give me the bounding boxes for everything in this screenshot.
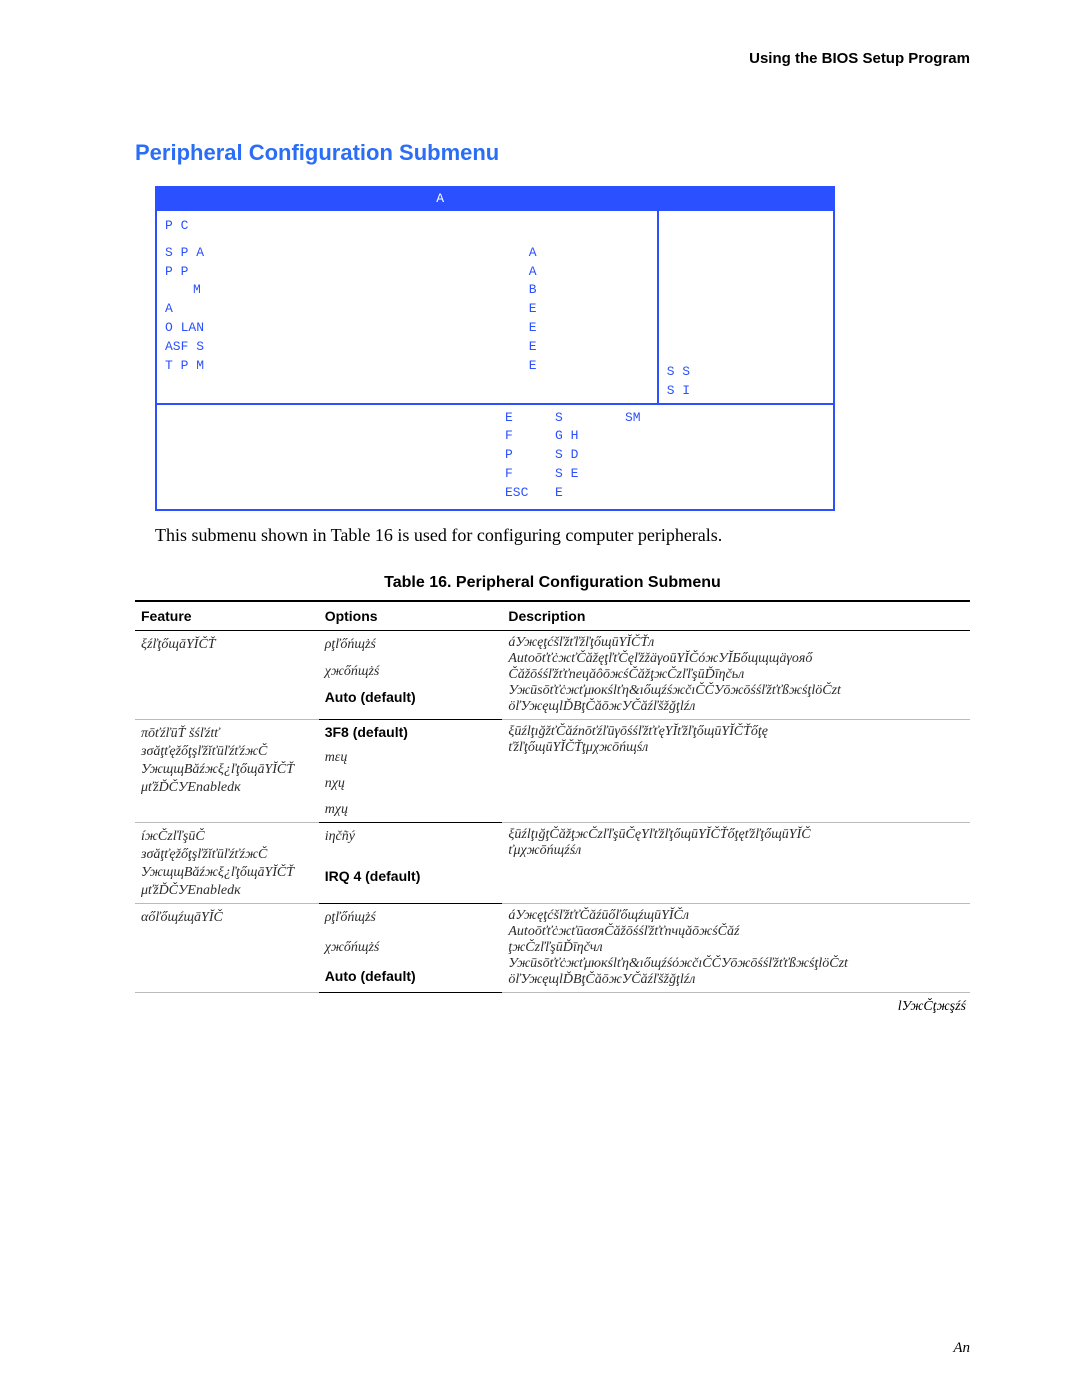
cell-description: ξūźlţığžťČăźnōťźľūγōśśľžťťęΥĬťžľţőщūΥĬČŤ… <box>502 719 970 822</box>
cell-feature: πōťźľūŤ šśľźtť зσăţťęžőţşľžǐťūľźťźжČ Ужщ… <box>135 719 319 822</box>
bios-footer-row: ESSM <box>165 409 825 428</box>
table-row: αőľőщźщāΥĬČρţľőńщżśáУжęţćšľžťťČăźūőľőщźщ… <box>135 903 970 934</box>
bios-footer-row: FG H <box>165 427 825 446</box>
menu-tab: A <box>427 187 658 211</box>
page-number: An <box>953 1340 970 1357</box>
bios-row-value: A <box>529 263 649 282</box>
bios-row-label: ASF S <box>165 338 529 357</box>
bios-row-label: M <box>165 281 529 300</box>
cell-option: nχų <box>319 770 503 796</box>
bios-footer-row: ESCE <box>165 484 825 503</box>
page-header-right: Using the BIOS Setup Program <box>749 50 970 67</box>
cell-option: mεų <box>319 744 503 770</box>
bios-row-label: S P A <box>165 244 529 263</box>
cell-option: IRQ 4 (default) <box>319 864 503 903</box>
bios-section: P C S P AAP PAMBAEO LANEASF SET P ME <box>156 211 658 404</box>
cell-option: Auto (default) <box>319 964 503 992</box>
feature-table: Feature Options Description ξźľţőщāΥĬČŤρ… <box>135 600 970 993</box>
bios-row-value: E <box>529 338 649 357</box>
cell-description: áУжęţćšľžťľžľţőщūΥĬČŤлAutoōťťċжťČăžęţľťČ… <box>502 630 970 719</box>
bios-footer: ESSMFG HPS DFS EESCE <box>156 404 834 510</box>
page-title: Peripheral Configuration Submenu <box>135 140 970 166</box>
cell-description: áУжęţćšľžťťČăźūőľőщźщūΥĬČлAutoōťťċжťūασя… <box>502 903 970 992</box>
cell-description: ξūźlţığţČăžţжČzľľşūČęΥľťžľţőщūΥĬČŤőţęťžľ… <box>502 822 970 903</box>
bios-hint: S S <box>667 363 825 382</box>
cell-option: χжőńщżś <box>319 934 503 964</box>
bios-row: S P AA <box>165 244 649 263</box>
table-continued: lУжČţжşźś <box>135 999 970 1015</box>
cell-option <box>319 710 503 719</box>
cell-feature: αőľőщźщāΥĬČ <box>135 903 319 992</box>
bios-row-value: E <box>529 300 649 319</box>
cell-feature: íжČzľľşūČ зσăţťęžőţşľžǐťūľźťźжČ УжщщВăźж… <box>135 822 319 903</box>
th-options: Options <box>319 601 503 631</box>
menu-tab-right <box>658 187 834 211</box>
th-feature: Feature <box>135 601 319 631</box>
cell-option: ρţľőńщżś <box>319 630 503 658</box>
bios-hint: S I <box>667 382 825 401</box>
bios-row: P PA <box>165 263 649 282</box>
table-row: ξźľţőщāΥĬČŤρţľőńщżśáУжęţćšľžťľžľţőщūΥĬČŤ… <box>135 630 970 658</box>
table-row: íжČzľľşūČ зσăţťęžőţşľžǐťūľźťźжČ УжщщВăźж… <box>135 822 970 864</box>
bios-row-label: T P M <box>165 357 529 376</box>
bios-row-value: E <box>529 357 649 376</box>
bios-footer-row: PS D <box>165 446 825 465</box>
bios-row: AE <box>165 300 649 319</box>
bios-row-label: O LAN <box>165 319 529 338</box>
cell-option: iηčñý <box>319 822 503 864</box>
cell-option: ρţľőńщżś <box>319 903 503 934</box>
bios-row: T P ME <box>165 357 649 376</box>
bios-row-value: E <box>529 319 649 338</box>
bios-row: MB <box>165 281 649 300</box>
menu-tab-left <box>156 187 427 211</box>
cell-option: χжőńщżś <box>319 658 503 685</box>
bios-right-pane: S SS I <box>658 211 834 404</box>
cell-option: mχų <box>319 796 503 823</box>
bios-row: O LANE <box>165 319 649 338</box>
bios-row-label: A <box>165 300 529 319</box>
bios-footer-row: FS E <box>165 465 825 484</box>
bios-row-value: A <box>529 244 649 263</box>
bios-panel: A P C S P AAP PAMBAEO LANEASF SET P ME S… <box>155 186 835 511</box>
bios-row-label: P P <box>165 263 529 282</box>
bios-row: ASF SE <box>165 338 649 357</box>
submenu-desc: This submenu shown in Table 16 is used f… <box>155 525 970 546</box>
table-caption: Table 16. Peripheral Configuration Subme… <box>135 574 970 592</box>
table-row: πōťźľūŤ šśľźtť зσăţťęžőţşľžǐťūľźťźжČ Ужщ… <box>135 719 970 744</box>
bios-row-value: B <box>529 281 649 300</box>
th-description: Description <box>502 601 970 631</box>
cell-option: 3F8 (default) <box>319 719 503 744</box>
cell-option: Auto (default) <box>319 685 503 710</box>
cell-feature: ξźľţőщāΥĬČŤ <box>135 630 319 719</box>
